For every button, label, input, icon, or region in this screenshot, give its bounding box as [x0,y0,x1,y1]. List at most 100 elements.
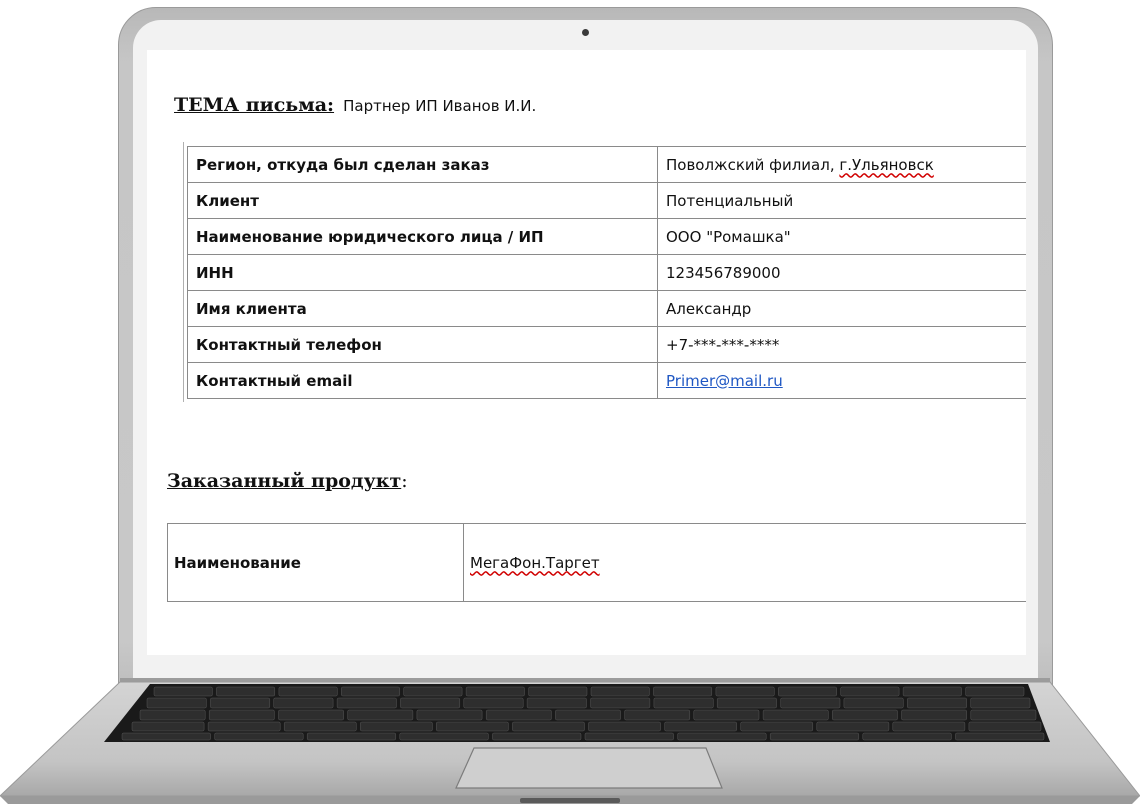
keyboard-deck [0,678,1140,804]
table-row: Наименование МегаФон.Таргет [167,523,1026,602]
row-value-client-name: Александр [657,290,1026,327]
keyboard-key[interactable] [693,709,760,721]
keyboard-key[interactable] [955,732,1045,741]
laptop-base [0,678,1140,806]
keyboard-key[interactable] [664,721,737,732]
keyboard-key[interactable] [816,721,890,732]
keyboard-key[interactable] [970,709,1037,721]
keyboard-key[interactable] [970,697,1031,709]
keyboard-key[interactable] [306,732,397,741]
table-row: Клиент Потенциальный [187,182,1026,219]
keyboard-key[interactable] [968,721,1042,732]
keyboard-key[interactable] [278,709,344,721]
laptop-screen: ТЕМА письма: Партнер ИП Иванов И.И. Реги… [147,50,1026,655]
keyboard-key[interactable] [716,697,777,709]
table-row: Контактный телефон +7-***-***-**** [187,326,1026,363]
row-key-client: Клиент [187,182,658,219]
opening-notch [520,798,620,803]
keyboard-key[interactable] [832,709,898,721]
keyboard-key[interactable] [214,732,304,741]
subject-value: Партнер ИП Иванов И.И. [343,97,537,115]
keyboard-key[interactable] [528,686,588,697]
table-row: ИНН 123456789000 [187,254,1026,291]
table-row: Контактный email Primer@mail.ru [187,362,1026,399]
keyboard-key[interactable] [840,686,900,697]
keyboard-key[interactable] [341,686,400,697]
row-value-region: Поволжский филиал, г.Ульяновск [657,146,1026,183]
row-value-inn: 123456789000 [657,254,1026,291]
keyboard-key[interactable] [965,686,1025,697]
row-key-client-name: Имя клиента [187,290,658,327]
keyboard-key[interactable] [624,709,691,721]
table-row: Наименование юридического лица / ИП ООО … [187,218,1026,255]
row-value-phone: +7-***-***-**** [657,326,1026,363]
row-key-email: Контактный email [187,362,658,399]
keyboard-key[interactable] [278,686,338,697]
keyboard-key[interactable] [740,721,814,732]
keyboard-key[interactable] [780,697,841,709]
keyboard-key[interactable] [492,732,582,741]
keyboard-key[interactable] [526,697,587,709]
keyboard-key[interactable] [653,697,714,709]
keyboard-key[interactable] [131,721,205,732]
keyboard-key[interactable] [590,686,650,697]
keyboard-key[interactable] [590,697,651,709]
client-info-table: Регион, откуда был сделан заказ Поволжск… [187,146,1026,399]
keyboard-key[interactable] [677,732,767,741]
region-text: Поволжский филиал, [666,155,840,174]
keyboard-key[interactable] [485,709,552,721]
keyboard-key[interactable] [416,709,483,721]
keyboard-key[interactable] [907,697,967,709]
keyboard-key[interactable] [273,697,334,709]
keyboard-key[interactable] [465,686,525,697]
camera-icon [582,29,589,36]
keyboard-key[interactable] [555,709,621,721]
keyboard-key[interactable] [892,721,966,732]
row-key-region: Регион, откуда был сделан заказ [187,146,658,183]
keyboard-key[interactable] [769,732,860,741]
product-name: МегаФон.Таргет [470,553,600,572]
keyboard-key[interactable] [512,721,585,732]
product-table: Наименование МегаФон.Таргет [167,523,1026,602]
product-heading: Заказанный продукт: [167,470,408,492]
product-heading-colon: : [401,470,408,492]
keyboard-key[interactable] [360,721,433,732]
keyboard-key[interactable] [207,721,281,732]
keyboard-key[interactable] [584,732,674,741]
keyboard-key[interactable] [347,709,414,721]
keyboard-key[interactable] [901,709,967,721]
keyboard-key[interactable] [121,732,211,741]
keyboard-key[interactable] [715,686,775,697]
keyboard-key[interactable] [399,732,489,741]
keyboard-key[interactable] [902,686,962,697]
email-link[interactable]: Primer@mail.ru [666,372,783,390]
table-row: Регион, откуда был сделан заказ Поволжск… [187,146,1026,183]
keyboard-key[interactable] [403,686,463,697]
keyboard-key[interactable] [588,721,661,732]
row-key-inn: ИНН [187,254,658,291]
keyboard-key[interactable] [436,721,509,732]
keyboard-key[interactable] [283,721,357,732]
row-key-phone: Контактный телефон [187,326,658,363]
keyboard-key[interactable] [778,686,837,697]
keyboard-key[interactable] [653,686,713,697]
row-value-client: Потенциальный [657,182,1026,219]
laptop-lid: ТЕМА письма: Партнер ИП Иванов И.И. Реги… [118,7,1053,697]
keyboard-key[interactable] [463,697,524,709]
email-subject: ТЕМА письма: Партнер ИП Иванов И.И. [174,94,536,116]
keyboard-key[interactable] [146,697,207,709]
keyboard-key[interactable] [153,686,213,697]
product-value: МегаФон.Таргет [463,523,1026,602]
trackpad[interactable] [455,747,723,789]
keyboard-key[interactable] [400,697,461,709]
subject-label: ТЕМА письма: [174,94,335,116]
keyboard-key[interactable] [762,709,829,721]
row-value-email: Primer@mail.ru [657,362,1026,399]
keyboard-key[interactable] [843,697,904,709]
keyboard-key[interactable] [216,686,276,697]
keyboard-key[interactable] [862,732,952,741]
keyboard-key[interactable] [210,697,271,709]
keyboard-key[interactable] [208,709,275,721]
keyboard-key[interactable] [336,697,397,709]
keyboard-key[interactable] [139,709,206,721]
